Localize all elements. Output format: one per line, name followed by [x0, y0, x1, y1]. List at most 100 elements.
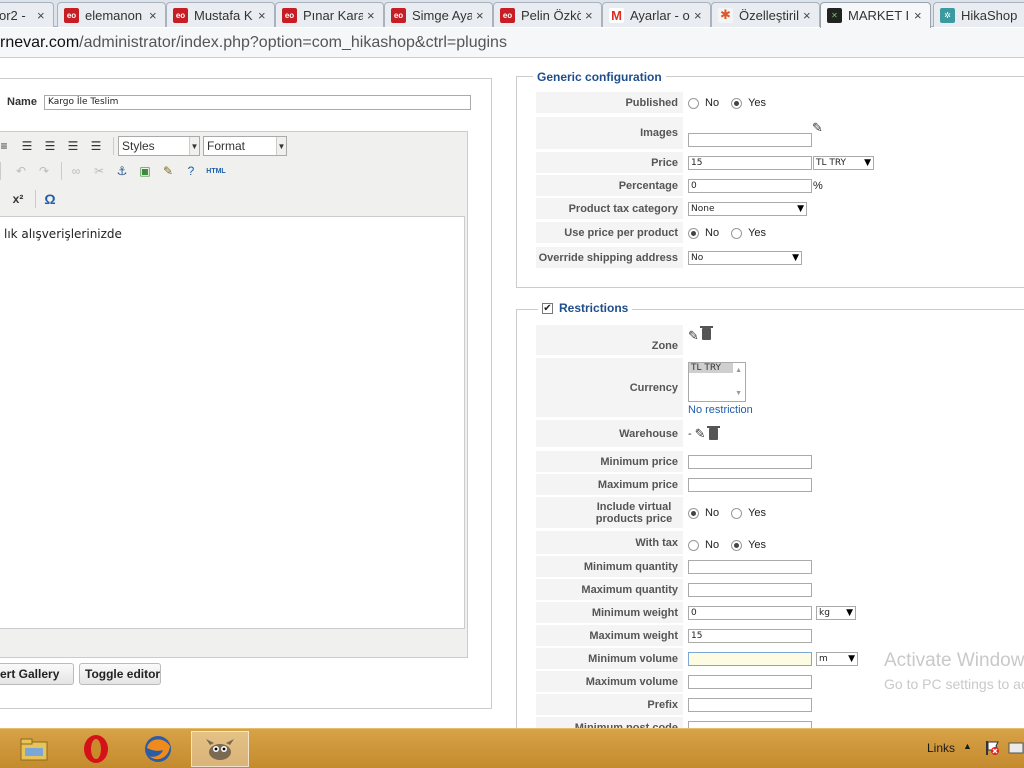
- tab-4[interactable]: eo Simge Aya ×: [384, 2, 493, 27]
- toggle-editor-button[interactable]: Toggle editor: [79, 663, 161, 685]
- special-character-icon[interactable]: Ω: [40, 189, 60, 209]
- unlink-icon[interactable]: ✂: [89, 161, 109, 181]
- currency-listbox[interactable]: TL TRY ▲ ▼: [688, 362, 746, 402]
- close-tab-icon[interactable]: ×: [476, 8, 486, 23]
- volume-unit-select[interactable]: m ▼: [816, 652, 858, 666]
- close-tab-icon[interactable]: ×: [37, 8, 47, 23]
- minimum-quantity-input[interactable]: [688, 560, 812, 574]
- close-tab-icon[interactable]: ×: [258, 8, 268, 23]
- html-source-icon[interactable]: HTML: [204, 161, 228, 181]
- styles-select[interactable]: Styles ▼: [118, 136, 200, 156]
- tab-label: Simge Aya: [412, 7, 472, 23]
- opera-icon[interactable]: [67, 731, 125, 767]
- redo-icon[interactable]: ↷: [34, 161, 54, 181]
- align-right-icon[interactable]: ☰: [63, 136, 83, 156]
- tab-1[interactable]: eo elemanon ×: [57, 2, 166, 27]
- editor-toolbar-row-1: ≡ ☰ ☰ ☰ ☰ Styles ▼ Format ▼: [0, 134, 290, 158]
- close-tab-icon[interactable]: ×: [367, 8, 377, 23]
- close-tab-icon[interactable]: ×: [694, 8, 704, 23]
- use-price-yes-radio[interactable]: [731, 227, 743, 239]
- trash-icon[interactable]: [699, 326, 713, 340]
- include-virtual-yes-radio[interactable]: [731, 507, 743, 519]
- maximum-volume-input[interactable]: [688, 675, 812, 689]
- tab-9[interactable]: ✲ HikaShop: [933, 2, 1024, 27]
- action-center-flag-icon[interactable]: [984, 740, 1000, 756]
- percentage-input[interactable]: 0: [688, 179, 812, 193]
- minimum-volume-input[interactable]: [688, 652, 812, 666]
- tab-0[interactable]: or2 - ×: [0, 2, 54, 27]
- url-text[interactable]: rnevar.com/administrator/index.php?optio…: [0, 34, 507, 52]
- images-input[interactable]: [688, 133, 812, 147]
- weight-unit-select[interactable]: kg ▼: [816, 606, 856, 620]
- use-price-no-radio[interactable]: [688, 227, 699, 239]
- published-yes-radio[interactable]: [731, 97, 743, 109]
- currency-row: Currency TL TRY ▲ ▼ No restriction: [536, 358, 1024, 418]
- tab-6[interactable]: M Ayarlar - o ×: [602, 2, 711, 27]
- anchor-icon[interactable]: ⚓: [112, 161, 132, 181]
- align-full-icon[interactable]: ☰: [86, 136, 106, 156]
- select-value: m: [819, 654, 828, 664]
- include-virtual-no-radio[interactable]: [688, 507, 699, 519]
- prefix-input[interactable]: [688, 698, 812, 712]
- network-icon[interactable]: [1008, 740, 1024, 756]
- with-tax-yes-radio[interactable]: [731, 539, 743, 551]
- hikashop-icon: ✲: [940, 7, 955, 23]
- tab-3[interactable]: eo Pınar Kara ×: [275, 2, 384, 27]
- links-toolbar-label[interactable]: Links: [927, 741, 955, 755]
- format-select[interactable]: Format ▼: [203, 136, 287, 156]
- scroll-up-icon[interactable]: ▲: [735, 367, 742, 374]
- price-currency-select[interactable]: TL TRY ▼: [813, 156, 874, 170]
- tab-8-active[interactable]: ✕ MARKET II ×: [820, 2, 931, 28]
- with-tax-no-radio[interactable]: [688, 539, 699, 551]
- superscript-icon[interactable]: x²: [8, 189, 28, 209]
- close-tab-icon[interactable]: ×: [914, 8, 924, 23]
- align-left-icon[interactable]: ☰: [17, 136, 37, 156]
- insert-gallery-button[interactable]: ert Gallery: [0, 663, 74, 685]
- product-tax-category-select[interactable]: None ▼: [688, 202, 807, 216]
- currency-list-item[interactable]: TL TRY: [689, 363, 733, 373]
- link-icon[interactable]: ∞: [66, 161, 86, 181]
- trash-icon[interactable]: [706, 426, 720, 440]
- address-bar[interactable]: rnevar.com/administrator/index.php?optio…: [0, 28, 1024, 58]
- pencil-icon[interactable]: ✎: [695, 426, 706, 442]
- close-tab-icon[interactable]: ×: [585, 8, 595, 23]
- pencil-icon[interactable]: ✎: [812, 120, 823, 136]
- radio-label: No: [705, 507, 720, 519]
- scroll-down-icon[interactable]: ▼: [735, 390, 742, 397]
- tab-2[interactable]: eo Mustafa K ×: [166, 2, 275, 27]
- tab-5[interactable]: eo Pelin Özkö ×: [493, 2, 602, 27]
- tab-7[interactable]: ✱ Özelleştiril ×: [711, 2, 820, 27]
- maximum-quantity-input[interactable]: [688, 583, 812, 597]
- radio-label: No: [705, 97, 720, 109]
- file-explorer-icon[interactable]: [5, 731, 63, 767]
- close-tab-icon[interactable]: ×: [149, 8, 159, 23]
- maximum-volume-label: Maximum volume: [536, 671, 683, 693]
- no-restriction-text: No restriction: [688, 404, 753, 416]
- name-input[interactable]: Kargo İle Teslim: [44, 95, 471, 110]
- firefox-icon[interactable]: [129, 731, 187, 767]
- minimum-price-input[interactable]: [688, 455, 812, 469]
- pencil-icon[interactable]: ✎: [688, 328, 699, 344]
- warehouse-value: -: [688, 428, 692, 440]
- close-tab-icon[interactable]: ×: [803, 8, 813, 23]
- align-justify-icon[interactable]: ≡: [0, 136, 14, 156]
- gimp-icon[interactable]: [191, 731, 249, 767]
- undo-icon[interactable]: ↶: [11, 161, 31, 181]
- joomla-icon: ✱: [718, 7, 733, 23]
- minimum-weight-input[interactable]: 0: [688, 606, 812, 620]
- image-icon[interactable]: ▣: [135, 161, 155, 181]
- published-no-radio[interactable]: [688, 97, 699, 109]
- align-center-icon[interactable]: ☰: [40, 136, 60, 156]
- override-shipping-address-select[interactable]: No ▼: [688, 251, 802, 265]
- show-hidden-icons-icon[interactable]: ▲: [963, 741, 972, 751]
- minimum-post-code-input[interactable]: [688, 721, 812, 728]
- maximum-price-input[interactable]: [688, 478, 812, 492]
- radio-label: Yes: [748, 539, 767, 551]
- editor-content-area[interactable]: lık alışverişlerinizde: [0, 216, 465, 629]
- maximum-weight-input[interactable]: 15: [688, 629, 812, 643]
- help-icon[interactable]: ?: [181, 161, 201, 181]
- price-input[interactable]: 15: [688, 156, 812, 170]
- tab-label: Pelin Özkö: [521, 7, 581, 23]
- restrictions-checkbox[interactable]: ✔: [542, 302, 553, 314]
- cleanup-icon[interactable]: ✎: [158, 161, 178, 181]
